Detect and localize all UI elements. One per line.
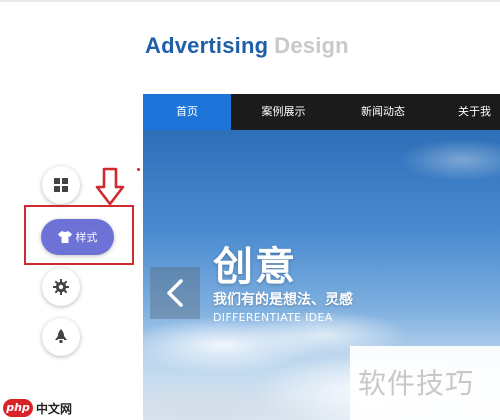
website-preview: 首页 案例展示 新闻动态 关于我 创意 我们有的是想法、灵感 DIFFERENT…: [143, 94, 500, 420]
nav-item-news[interactable]: 新闻动态: [336, 94, 430, 130]
chevron-left-icon: [167, 279, 183, 307]
hero-headline: 创意: [213, 244, 297, 290]
gear-icon: [53, 279, 69, 295]
annotation-dot: [137, 168, 140, 171]
rocket-icon: [55, 329, 67, 343]
logo-badge: php: [3, 399, 33, 417]
shirt-icon: [57, 231, 72, 243]
nav-item-cases[interactable]: 案例展示: [231, 94, 336, 130]
arrow-down-icon: [95, 167, 125, 206]
nav-item-about[interactable]: 关于我: [430, 94, 500, 130]
page-title: Advertising Design: [145, 33, 349, 59]
layout-button[interactable]: [42, 166, 80, 204]
settings-button[interactable]: [42, 268, 80, 306]
site-logo: php 中文网: [3, 399, 72, 417]
rocket-button[interactable]: [42, 318, 80, 356]
top-nav: 首页 案例展示 新闻动态 关于我: [143, 94, 500, 130]
style-button[interactable]: 样式: [41, 219, 114, 255]
grid-icon: [54, 178, 68, 192]
hero-subtitle: 我们有的是想法、灵感: [213, 292, 353, 308]
brand-title-secondary: Design: [274, 33, 349, 58]
nav-item-home[interactable]: 首页: [143, 94, 231, 130]
hero-english: DIFFERENTIATE IDEA: [213, 311, 333, 324]
style-button-label: 样式: [75, 231, 98, 244]
brand-title-primary: Advertising: [145, 33, 269, 58]
top-divider: [0, 0, 500, 2]
prev-slide-button[interactable]: [150, 267, 200, 319]
logo-text: 中文网: [36, 401, 73, 416]
hero-banner: 创意 我们有的是想法、灵感 DIFFERENTIATE IDEA 软件技巧: [143, 130, 500, 420]
watermark-text: 软件技巧: [358, 367, 475, 400]
